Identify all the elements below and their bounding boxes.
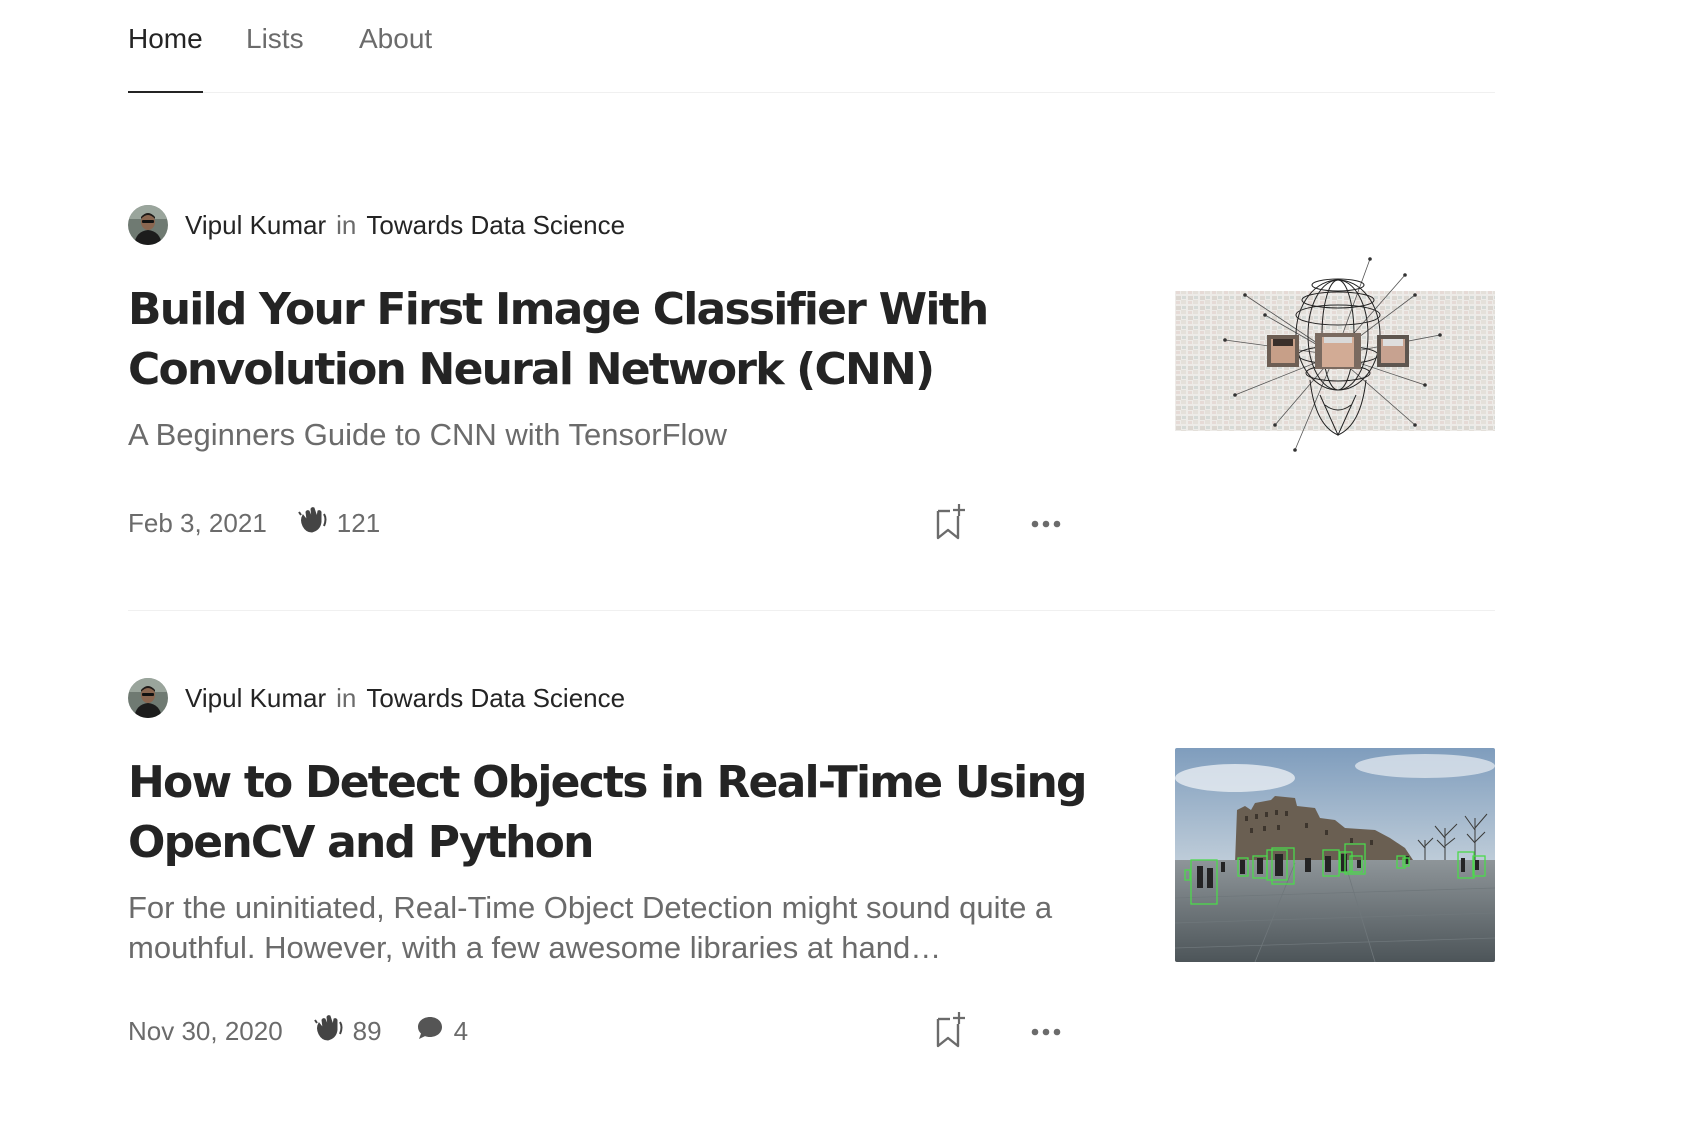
article-thumbnail[interactable] <box>1175 255 1495 455</box>
article-subtitle[interactable]: For the uninitiated, Real-Time Object De… <box>128 888 1068 968</box>
clap-count[interactable]: 121 <box>297 506 380 541</box>
response-count[interactable]: 4 <box>416 1014 468 1049</box>
more-options-button[interactable] <box>1026 1010 1066 1050</box>
article-byline: Vipul Kumar in Towards Data Science <box>128 678 625 718</box>
tab-home[interactable]: Home <box>128 20 203 93</box>
bookmark-add-icon <box>936 1012 965 1048</box>
article-title[interactable]: Build Your First Image Classifier With C… <box>128 280 1088 400</box>
publish-date: Feb 3, 2021 <box>128 507 267 538</box>
save-bookmark-button[interactable] <box>934 1010 974 1050</box>
more-options-button[interactable] <box>1026 502 1066 542</box>
author-name[interactable]: Vipul Kumar <box>185 683 326 714</box>
byline-in: in <box>336 209 357 240</box>
author-avatar[interactable] <box>128 205 168 245</box>
article-card: Vipul Kumar in Towards Data Science Buil… <box>128 205 1495 611</box>
byline-in: in <box>336 682 357 713</box>
article-byline: Vipul Kumar in Towards Data Science <box>128 205 625 245</box>
cnn-wireframe-head-image <box>1175 257 1495 452</box>
article-meta: Feb 3, 2021 121 <box>128 503 414 543</box>
clap-icon <box>297 506 337 541</box>
profile-tabs: Home Lists About <box>128 0 1495 93</box>
response-count-value: 4 <box>453 1015 469 1046</box>
clap-count[interactable]: 89 <box>313 1014 382 1049</box>
author-name[interactable]: Vipul Kumar <box>185 210 326 241</box>
tab-about[interactable]: About <box>359 20 432 58</box>
clap-count-value: 89 <box>352 1015 382 1046</box>
more-horizontal-icon <box>1031 1028 1061 1036</box>
article-thumbnail[interactable] <box>1175 748 1495 962</box>
comment-bubble-icon <box>416 1014 454 1049</box>
castle-object-detection-image <box>1175 748 1495 962</box>
tab-lists[interactable]: Lists <box>246 20 304 58</box>
article-meta: Nov 30, 2020 89 4 <box>128 1011 468 1051</box>
article-card: Vipul Kumar in Towards Data Science How … <box>128 678 1495 1078</box>
publication-name[interactable]: Towards Data Science <box>366 683 625 714</box>
article-subtitle[interactable]: A Beginners Guide to CNN with TensorFlow <box>128 415 1068 455</box>
article-title[interactable]: How to Detect Objects in Real-Time Using… <box>128 753 1088 873</box>
publish-date: Nov 30, 2020 <box>128 1015 283 1046</box>
clap-icon <box>313 1014 353 1049</box>
profile-content: Home Lists About Vipul Kumar in Towards … <box>128 0 1495 1048</box>
more-horizontal-icon <box>1031 520 1061 528</box>
save-bookmark-button[interactable] <box>934 502 974 542</box>
author-avatar[interactable] <box>128 678 168 718</box>
clap-count-value: 121 <box>336 507 381 538</box>
publication-name[interactable]: Towards Data Science <box>366 210 625 241</box>
bookmark-add-icon <box>936 504 965 540</box>
